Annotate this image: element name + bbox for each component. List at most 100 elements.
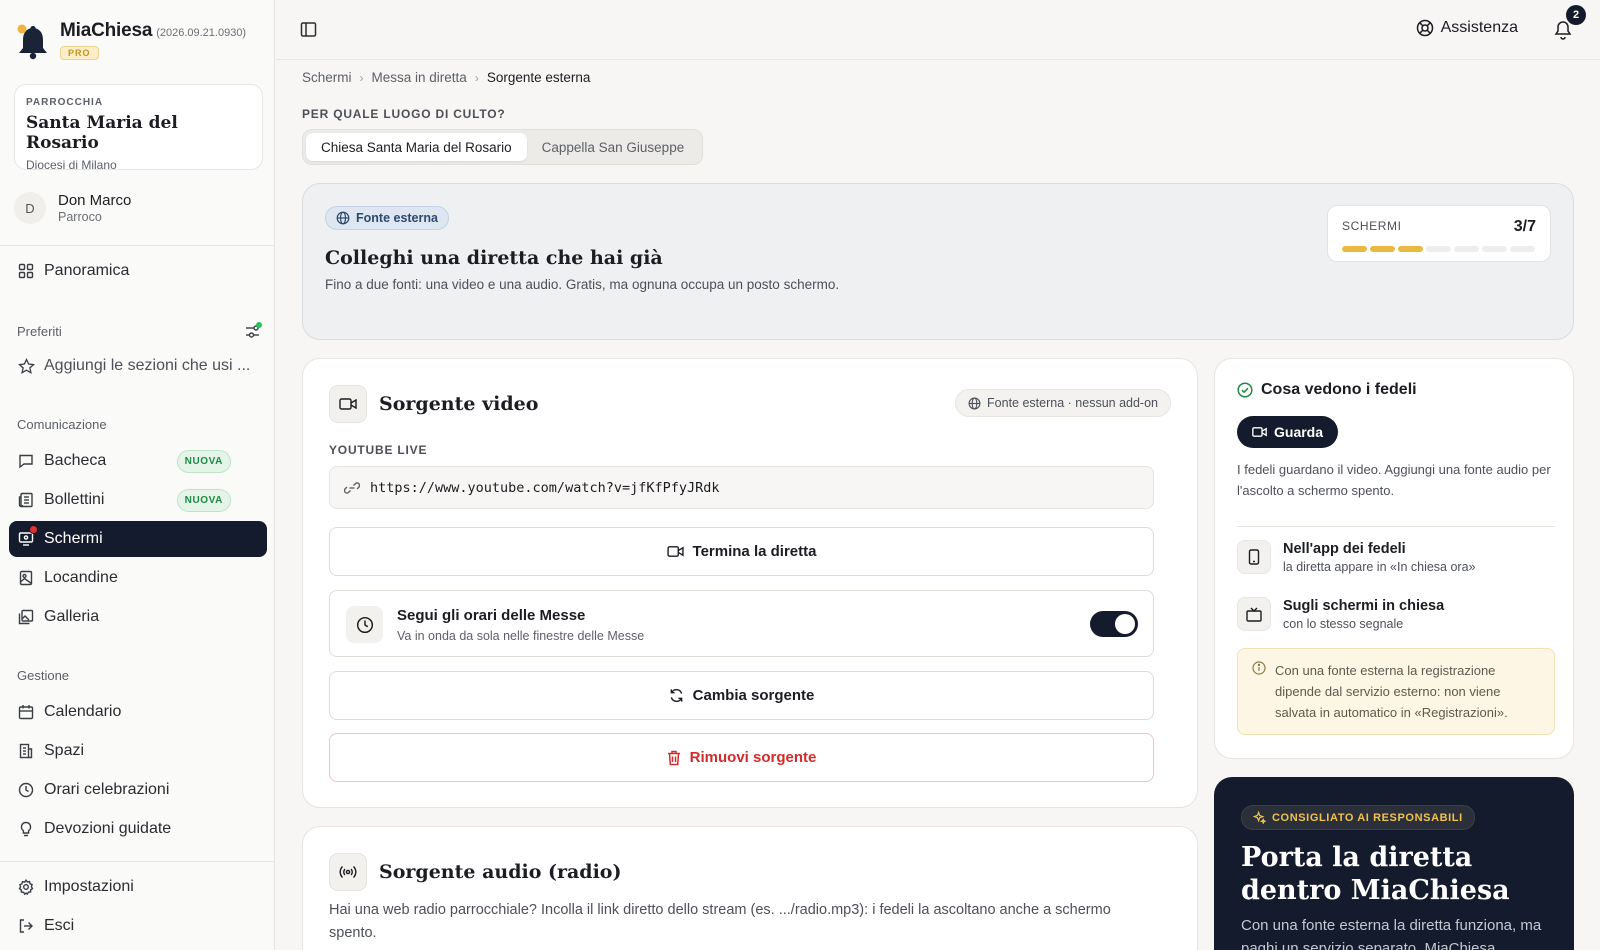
breadcrumb: Schermi › Messa in diretta › Sorgente es… — [302, 70, 590, 85]
sidebar-item-label: Schermi — [44, 530, 103, 547]
sidebar-item-schermi[interactable]: Schermi — [9, 521, 267, 557]
sidebar-item-label: Spazi — [44, 742, 85, 759]
recording-note-text: Con una fonte esterna la registrazione d… — [1275, 663, 1508, 720]
sidebar-item-overview[interactable]: Panoramica — [9, 253, 267, 289]
audio-source-title: Sorgente audio (radio) — [379, 861, 622, 883]
user-profile[interactable]: D Don Marco Parroco — [14, 192, 131, 224]
sidebar-add-favorites[interactable]: Aggiungi le sezioni che usi ... — [9, 348, 267, 384]
follow-schedule-desc: Va in onda da sola nelle finestre delle … — [397, 629, 645, 643]
audio-source-card: Sorgente audio (radio) Hai una web radio… — [302, 826, 1198, 950]
sidebar-toggle-icon[interactable] — [300, 21, 317, 38]
help-label: Assistenza — [1440, 19, 1518, 36]
parish-card[interactable]: PARROCCHIA Santa Maria del Rosario Dioce… — [14, 84, 263, 172]
screen-slot — [1370, 246, 1395, 252]
screens-label: SCHERMI — [1342, 219, 1402, 233]
screen-slot — [1398, 246, 1423, 252]
customize-favorites-icon[interactable] — [244, 322, 262, 340]
new-badge: NUOVA — [176, 449, 231, 473]
top-bar: Assistenza 2 — [276, 0, 1600, 60]
viewers-desc: I fedeli guardano il video. Aggiungi una… — [1237, 462, 1551, 498]
new-badge: NUOVA — [176, 488, 231, 512]
chevron-right-icon: › — [474, 70, 479, 85]
watch-mode-label: Guarda — [1274, 424, 1324, 440]
sidebar-item-label: Panoramica — [44, 262, 130, 279]
sidebar-item-esci[interactable]: Esci — [9, 908, 267, 944]
sidebar-item-devozioni[interactable]: Devozioni guidate — [9, 811, 267, 847]
sidebar-item-calendario[interactable]: Calendario — [9, 694, 267, 730]
smartphone-icon — [1237, 540, 1271, 574]
plan-badge: PRO — [60, 46, 99, 60]
lifebuoy-icon — [1416, 19, 1434, 37]
sidebar-item-label: Calendario — [44, 703, 122, 720]
help-button[interactable]: Assistenza — [1416, 19, 1518, 37]
location-option-chiesa[interactable]: Chiesa Santa Maria del Rosario — [306, 133, 527, 161]
trash-icon — [667, 750, 681, 766]
sidebar-item-galleria[interactable]: Galleria — [9, 599, 267, 635]
sidebar-item-locandine[interactable]: Locandine — [9, 560, 267, 596]
sidebar-item-label: Esci — [44, 917, 75, 934]
sidebar-item-orari[interactable]: Orari celebrazioni — [9, 772, 267, 808]
end-live-button[interactable]: Termina la diretta — [329, 527, 1154, 576]
sidebar-item-impostazioni[interactable]: Impostazioni — [9, 869, 267, 905]
source-type-label: Fonte esterna — [356, 211, 438, 225]
promo-title: Porta la diretta dentro MiaChiesa — [1241, 842, 1510, 906]
watch-mode-button[interactable]: Guarda — [1237, 416, 1339, 448]
app-name: MiaChiesa — [60, 20, 153, 41]
user-name: Don Marco — [58, 192, 132, 209]
parish-diocese: Diocesi di Milano — [26, 158, 117, 172]
sidebar-item-label: Bacheca — [44, 452, 107, 469]
clock-icon — [346, 606, 383, 643]
video-source-card: Sorgente video Fonte esterna · nessun ad… — [302, 358, 1198, 808]
screen-slot — [1426, 246, 1451, 252]
favorites-empty-label: Aggiungi le sezioni che usi ... — [44, 357, 251, 374]
sidebar-item-bacheca[interactable]: Bacheca NUOVA — [9, 443, 267, 479]
building-icon — [18, 743, 34, 759]
follow-mass-schedule-row: Segui gli orari delle Messe Va in onda d… — [329, 590, 1154, 657]
hero-title: Colleghi una diretta che hai già — [325, 247, 663, 269]
change-source-button[interactable]: Cambia sorgente — [329, 671, 1154, 720]
clock-icon — [18, 782, 34, 798]
gear-icon — [18, 879, 34, 895]
globe-icon — [968, 397, 981, 410]
location-option-cappella[interactable]: Cappella San Giuseppe — [527, 133, 700, 161]
sidebar-item-spazi[interactable]: Spazi — [9, 733, 267, 769]
app-version: (2026.09.21.0930) — [156, 27, 247, 39]
promo-card: CONSIGLIATO AI RESPONSABILI Porta la dir… — [1214, 777, 1574, 950]
breadcrumb-item[interactable]: Messa in diretta — [372, 70, 467, 85]
sidebar-item-label: Galleria — [44, 608, 100, 625]
external-source-hero: Fonte esterna Colleghi una diretta che h… — [302, 183, 1574, 340]
follow-schedule-toggle[interactable] — [1090, 611, 1138, 637]
sidebar-item-label: Devozioni guidate — [44, 820, 172, 837]
breadcrumb-item[interactable]: Schermi — [302, 70, 352, 85]
video-camera-icon — [1252, 426, 1267, 438]
sidebar-item-label: Locandine — [44, 569, 118, 586]
channel-app-title: Nell'app dei fedeli — [1283, 541, 1406, 557]
sidebar-item-label: Impostazioni — [44, 878, 134, 895]
sidebar-item-label: Bollettini — [44, 491, 105, 508]
brand[interactable]: MiaChiesa (2026.09.21.0930) PRO — [16, 20, 246, 62]
screens-value: 3/7 — [1513, 218, 1536, 235]
remove-source-button[interactable]: Rimuovi sorgente — [329, 733, 1154, 782]
video-url-field[interactable]: https://www.youtube.com/watch?v=jfKfPfyJ… — [329, 466, 1154, 509]
screen-slot — [1342, 246, 1367, 252]
sidebar-divider — [0, 861, 275, 862]
screens-progress — [1342, 246, 1535, 252]
favorites-title: Preferiti — [17, 324, 62, 339]
refresh-icon — [669, 688, 684, 703]
recording-note: Con una fonte esterna la registrazione d… — [1237, 648, 1555, 735]
sidebar-item-bollettini[interactable]: Bollettini NUOVA — [9, 482, 267, 518]
sidebar-divider — [0, 245, 275, 246]
parish-name: Santa Maria del Rosario — [26, 113, 178, 153]
poster-icon — [18, 570, 34, 586]
grid-icon — [18, 263, 34, 279]
screen-slot — [1482, 246, 1507, 252]
radio-waves-icon — [329, 853, 367, 891]
screen-slot — [1510, 246, 1535, 252]
star-icon — [18, 358, 35, 374]
sidebar: MiaChiesa (2026.09.21.0930) PRO PARROCCHI… — [0, 0, 275, 950]
location-selector: Chiesa Santa Maria del Rosario Cappella … — [302, 129, 704, 165]
notifications-count: 2 — [1566, 5, 1586, 25]
newspaper-icon — [18, 492, 34, 508]
management-title: Gestione — [17, 668, 70, 683]
video-source-title: Sorgente video — [379, 393, 539, 415]
